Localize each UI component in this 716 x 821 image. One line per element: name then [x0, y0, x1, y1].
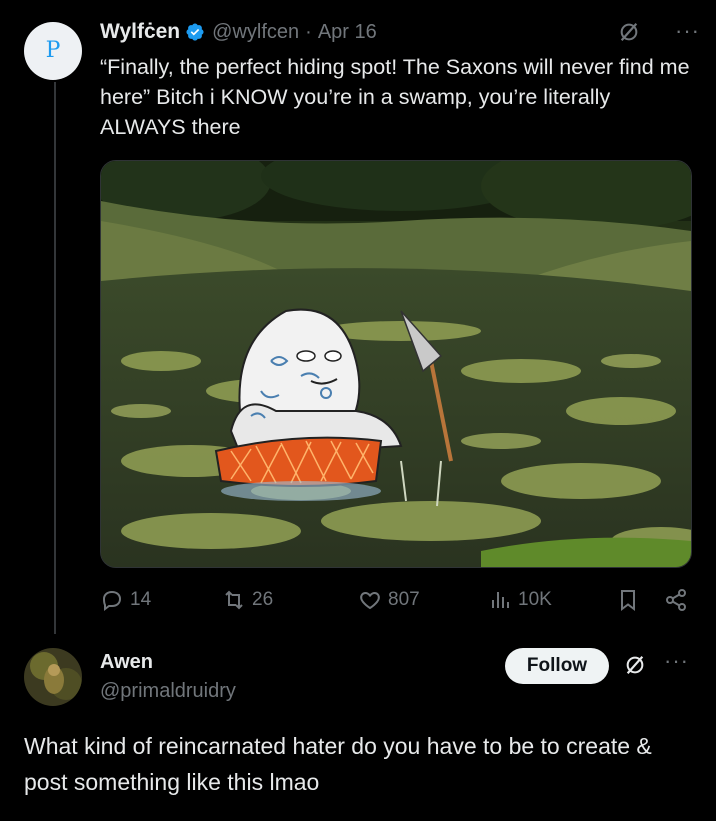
like-button[interactable]: 807: [358, 588, 420, 612]
share-button[interactable]: [664, 588, 694, 612]
reply-author-handle[interactable]: @primaldruidry: [100, 680, 236, 703]
tweet-text: “Finally, the perfect hiding spot! The S…: [100, 55, 690, 139]
separator-dot: ·: [305, 20, 312, 43]
share-icon: [666, 589, 686, 611]
swamp-meme-image: [101, 161, 691, 567]
bookmark-icon: [621, 590, 635, 611]
reply-button[interactable]: 14: [100, 588, 151, 612]
avatar[interactable]: P: [24, 22, 82, 80]
follow-button[interactable]: Follow: [505, 648, 609, 684]
reply-count: 14: [130, 589, 152, 610]
views-chart-icon: [492, 592, 509, 608]
views-count: 10K: [518, 589, 552, 610]
views-button[interactable]: 10K: [488, 588, 552, 612]
avatar-letter: P: [45, 37, 61, 63]
more-options-icon[interactable]: ···: [664, 648, 689, 674]
tweet-date[interactable]: Apr 16: [318, 21, 377, 44]
avatar-image: [24, 648, 82, 706]
heart-icon: [360, 591, 380, 610]
reply-avatar[interactable]: [24, 648, 82, 706]
verified-badge-icon: [186, 23, 204, 41]
more-options-icon[interactable]: ···: [675, 18, 700, 44]
like-count: 807: [388, 589, 420, 610]
author-name[interactable]: Wylfċen: [100, 20, 180, 44]
reply-author-name[interactable]: Awen: [100, 651, 153, 674]
grok-icon[interactable]: [618, 21, 640, 43]
tweet-header: Wylfċen @wylfcen · Apr 16 ···: [100, 18, 700, 46]
thread-line: [54, 82, 56, 634]
reply-text: What kind of reincarnated hater do you h…: [24, 733, 652, 795]
repost-count: 26: [252, 589, 274, 610]
author-handle[interactable]: @wylfcen: [212, 21, 299, 44]
reply-icon: [102, 590, 122, 611]
repost-icon: [225, 590, 243, 610]
tweet-media-image[interactable]: [100, 160, 692, 568]
bookmark-button[interactable]: [616, 588, 646, 612]
repost-button[interactable]: 26: [222, 588, 273, 612]
grok-icon[interactable]: [624, 654, 646, 676]
tweet-actions: 14 26 807 10K: [100, 584, 692, 616]
